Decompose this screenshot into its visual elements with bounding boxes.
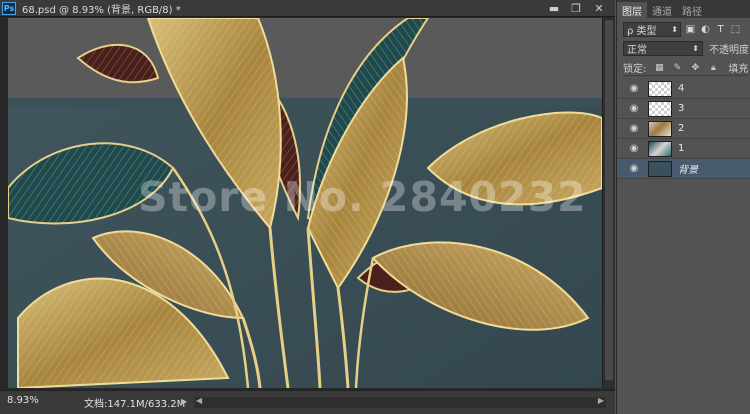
blend-mode-value: 正常 (627, 44, 647, 56)
watermark-text: Store No. 2840232 (138, 173, 587, 221)
layer-row[interactable]: ◉ 2 (617, 119, 750, 139)
layer-name: 1 (678, 143, 685, 154)
layer-row[interactable]: ◉ 4 (617, 79, 750, 99)
filter-pixel-icon[interactable]: ▣ (685, 24, 696, 35)
layer-row-background[interactable]: ◉ 背景 (617, 159, 750, 179)
tab-paths[interactable]: 路径 (677, 2, 707, 18)
tab-layers[interactable]: 图层 (617, 2, 647, 18)
photoshop-icon: Ps (2, 1, 16, 15)
blend-mode-row: 正常 ⬍ 不透明度 (623, 40, 749, 56)
filter-type-icon[interactable]: T (715, 24, 726, 35)
document-size: 文档:147.1M/633.2M (84, 399, 186, 410)
layer-row[interactable]: ◉ 3 (617, 99, 750, 119)
layer-name: 4 (678, 83, 685, 94)
panel-tabs: 图层 通道 路径 (617, 0, 750, 18)
layer-thumbnail (648, 160, 672, 177)
layer-name: 2 (678, 123, 685, 134)
layer-list: ◉ 4 ◉ 3 ◉ 2 ◉ 1 ◉ 背景 (617, 79, 750, 179)
layer-name: 背景 (678, 165, 698, 176)
status-menu-arrow-icon[interactable]: ▶ (181, 397, 187, 406)
tab-channels[interactable]: 通道 (647, 2, 677, 18)
document-titlebar[interactable]: Ps 68.psd @ 8.93% (背景, RGB/8) * ▬ ❐ ✕ (0, 0, 615, 17)
visibility-eye-icon[interactable]: ◉ (627, 123, 641, 134)
vertical-scrollbar[interactable] (602, 18, 615, 388)
fill-label: 填充 (728, 64, 749, 75)
vertical-scroll-thumb[interactable] (605, 20, 613, 380)
layer-row[interactable]: ◉ 1 (617, 139, 750, 159)
document-title: 68.psd @ 8.93% (背景, RGB/8) * (22, 4, 181, 16)
horizontal-scrollbar[interactable]: ◀ ▶ (194, 396, 606, 408)
status-bar: 8.93% 文档:147.1M/633.2M ▶ ◀ ▶ (0, 390, 615, 414)
opacity-label: 不透明度 (709, 44, 749, 56)
blend-arrow-icon: ⬍ (692, 43, 699, 53)
blend-mode-select[interactable]: 正常 ⬍ (623, 40, 703, 56)
layer-filter-select[interactable]: ρ 类型 ⬍ (623, 21, 681, 37)
scroll-right-icon[interactable]: ▶ (598, 396, 604, 405)
visibility-eye-icon[interactable]: ◉ (627, 83, 641, 94)
lock-label: 锁定: (623, 64, 647, 75)
filter-shape-icon[interactable]: ⬚ (730, 24, 741, 35)
close-button[interactable]: ✕ (588, 0, 610, 17)
visibility-eye-icon[interactable]: ◉ (627, 143, 641, 154)
document-window: Ps 68.psd @ 8.93% (背景, RGB/8) * ▬ ❐ ✕ St… (0, 0, 615, 414)
layer-filter-row: ρ 类型 ⬍ ▣ ◐ T ⬚ (623, 20, 749, 38)
layers-panel: 图层 通道 路径 ρ 类型 ⬍ ▣ ◐ T ⬚ 正常 ⬍ 不透明度 锁定: ▦ … (616, 0, 750, 414)
lock-all-icon[interactable]: 🔒︎ (708, 63, 718, 73)
maximize-button[interactable]: ❐ (565, 0, 587, 17)
layer-name: 3 (678, 103, 685, 114)
minimize-button[interactable]: ▬ (543, 0, 565, 17)
lock-transparent-icon[interactable]: ▦ (654, 63, 664, 73)
visibility-eye-icon[interactable]: ◉ (627, 163, 641, 174)
lock-row: 锁定: ▦ ✎ ✥ 🔒︎ 填充 (623, 60, 749, 76)
layer-thumbnail (648, 120, 672, 137)
lock-move-icon[interactable]: ✥ (690, 63, 700, 73)
canvas[interactable]: Store No. 2840232 (8, 18, 602, 388)
layer-thumbnail (648, 80, 672, 97)
layer-thumbnail (648, 140, 672, 157)
layer-thumbnail (648, 100, 672, 117)
filter-arrow-icon: ⬍ (671, 24, 678, 34)
visibility-eye-icon[interactable]: ◉ (627, 103, 641, 114)
lock-paint-icon[interactable]: ✎ (672, 63, 682, 73)
scroll-left-icon[interactable]: ◀ (196, 396, 202, 405)
zoom-level[interactable]: 8.93% (7, 395, 39, 406)
filter-select-label: ρ 类型 (627, 25, 657, 37)
filter-adjustment-icon[interactable]: ◐ (700, 24, 711, 35)
